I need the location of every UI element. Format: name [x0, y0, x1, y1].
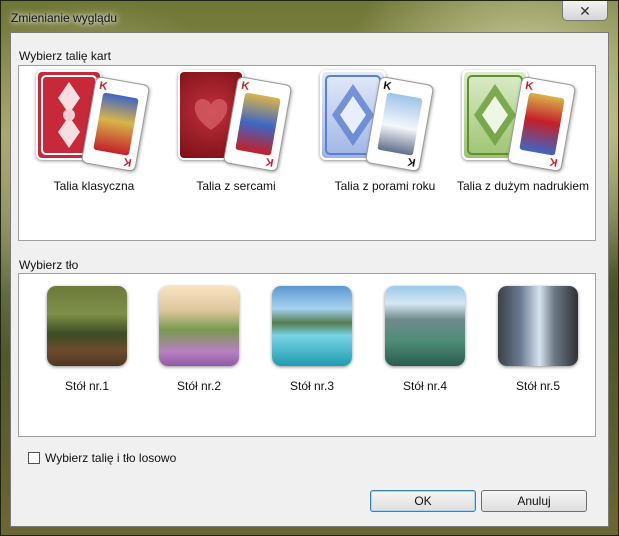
random-checkbox[interactable] [28, 452, 40, 464]
deck-section-label: Wybierz talię kart [19, 49, 111, 63]
deck-label-seasons: Talia z porami roku [334, 179, 436, 193]
dialog-window: Zmienianie wyglądu ✕ Wybierz talię kart … [0, 0, 619, 536]
deck-item-large-print[interactable]: K K Talia z dużym nadrukiem [457, 70, 592, 200]
cancel-button[interactable]: Anuluj [481, 490, 587, 512]
deck-item-classic[interactable]: K K Talia klasyczna [36, 70, 152, 200]
deck-item-seasons[interactable]: K K Talia z porami roku [320, 70, 450, 200]
card-letter: K [122, 155, 133, 169]
background-section-label: Wybierz tło [19, 258, 79, 272]
meadow-tree-icon [159, 286, 239, 366]
waterfall-icon [498, 286, 578, 366]
background-item-3[interactable]: Stół nr.3 [272, 286, 352, 396]
random-checkbox-label: Wybierz talię i tło losowo [45, 451, 177, 465]
deck-selection-box: K K Talia klasyczna K K Talia z sercami … [18, 65, 596, 241]
card-letter: K [524, 79, 535, 93]
card-letter: K [98, 79, 109, 93]
deck-item-hearts[interactable]: K K Talia z sercami [178, 70, 294, 200]
card-letter: K [240, 79, 251, 93]
background-item-5[interactable]: Stół nr.5 [498, 286, 578, 396]
background-label-1: Stół nr.1 [64, 379, 110, 393]
background-item-1[interactable]: Stół nr.1 [47, 286, 127, 396]
mountain-lake-icon [272, 286, 352, 366]
background-label-3: Stół nr.3 [289, 379, 335, 393]
card-letter: K [406, 155, 417, 169]
close-button[interactable]: ✕ [562, 1, 608, 21]
deck-label-large-print: Talia z dużym nadrukiem [456, 179, 590, 193]
mountain-valley-icon [385, 286, 465, 366]
background-selection-box: Stół nr.1 Stół nr.2 Stół nr.3 Stół nr.4 … [18, 273, 596, 437]
random-selection-row[interactable]: Wybierz talię i tło losowo [28, 450, 176, 466]
background-item-4[interactable]: Stół nr.4 [385, 286, 465, 396]
ok-button[interactable]: OK [370, 490, 476, 512]
background-label-4: Stół nr.4 [402, 379, 448, 393]
background-label-2: Stół nr.2 [176, 379, 222, 393]
window-title: Zmienianie wyglądu [11, 11, 118, 25]
background-label-5: Stół nr.5 [515, 379, 561, 393]
card-letter: K [382, 79, 393, 93]
card-letter: K [548, 155, 559, 169]
close-icon: ✕ [579, 2, 591, 19]
king-face-icon [93, 92, 139, 156]
king-face-icon [235, 92, 281, 156]
card-letter: K [264, 155, 275, 169]
background-item-2[interactable]: Stół nr.2 [159, 286, 239, 396]
king-face-icon [519, 92, 565, 156]
forest-cabin-icon [47, 286, 127, 366]
title-bar[interactable]: Zmienianie wyglądu ✕ [1, 1, 618, 32]
deck-label-hearts: Talia z sercami [196, 179, 276, 193]
dialog-content: Wybierz talię kart K K Talia klasyczna K… [10, 32, 609, 527]
deck-label-classic: Talia klasyczna [53, 179, 135, 193]
winter-tree-icon [377, 92, 423, 156]
